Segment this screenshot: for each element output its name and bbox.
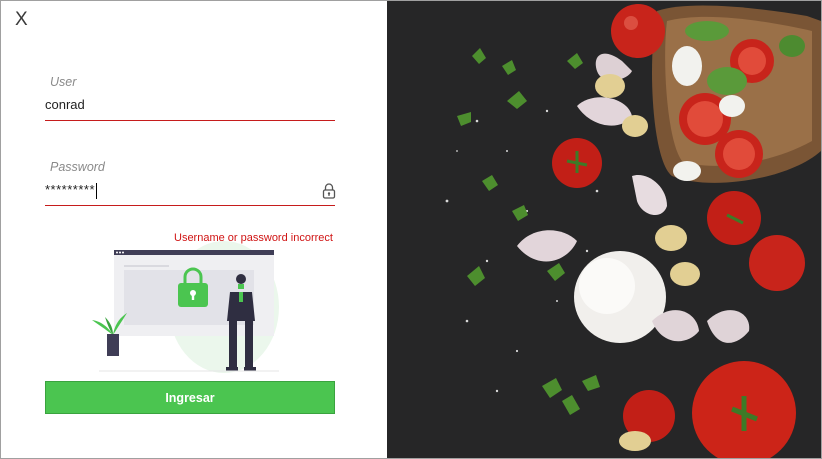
password-value: *********: [45, 182, 96, 197]
password-label: Password: [50, 160, 105, 174]
security-login-illustration: [92, 241, 279, 373]
password-input[interactable]: *********: [45, 182, 335, 206]
browser-titlebar: [114, 250, 274, 255]
food-ingredients-photo: [387, 1, 821, 458]
login-window: X User conrad Password ********* Usernam…: [0, 0, 822, 459]
lock-icon[interactable]: [322, 183, 336, 199]
user-underline: [45, 120, 335, 121]
text-caret: [96, 182, 98, 199]
user-label: User: [50, 75, 77, 89]
photo-illustration: [387, 1, 821, 458]
password-underline: [45, 205, 335, 206]
close-button[interactable]: X: [15, 9, 28, 31]
user-input[interactable]: conrad: [45, 97, 335, 121]
bruschetta-bread: [652, 5, 821, 183]
submit-button[interactable]: Ingresar: [45, 381, 335, 414]
login-panel: X User conrad Password ********* Usernam…: [1, 1, 387, 458]
